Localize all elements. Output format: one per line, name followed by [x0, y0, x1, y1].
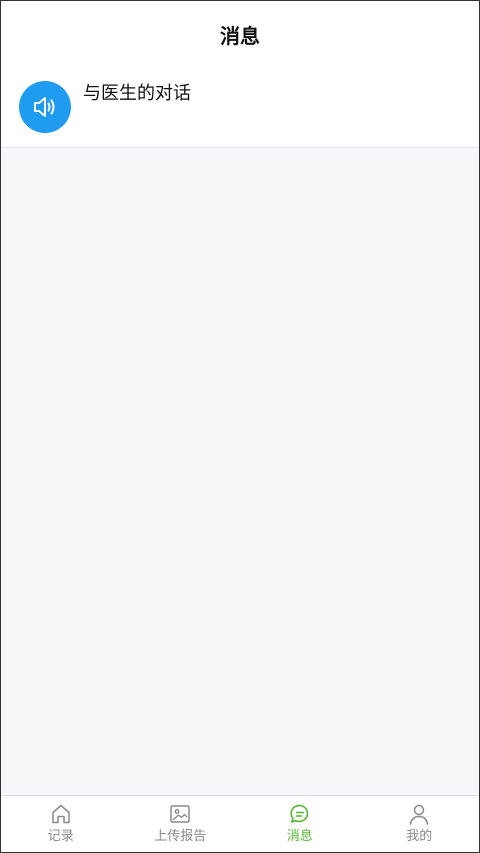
app-screen: 消息 与医生的对话 记录 上传报告 消息 我的: [0, 0, 480, 853]
tab-records-label: 记录: [47, 829, 74, 844]
conversation-title: 与医生的对话: [83, 83, 191, 104]
tab-profile[interactable]: 我的: [360, 796, 480, 852]
bottom-tab-bar: 记录 上传报告 消息 我的: [1, 795, 479, 852]
tab-messages[interactable]: 消息: [240, 796, 360, 852]
image-icon: [168, 802, 192, 826]
top-bar: 消息: [1, 1, 479, 67]
tab-profile-label: 我的: [406, 829, 433, 844]
tab-upload-report-label: 上传报告: [154, 829, 207, 844]
page-title: 消息: [220, 23, 260, 48]
tab-records[interactable]: 记录: [1, 796, 121, 852]
tab-upload-report[interactable]: 上传报告: [121, 796, 241, 852]
home-icon: [49, 802, 73, 826]
conversation-avatar: [19, 81, 71, 133]
tab-messages-label: 消息: [286, 829, 313, 844]
user-icon: [407, 802, 431, 826]
chat-icon: [288, 802, 312, 826]
conversation-item-doctor[interactable]: 与医生的对话: [1, 67, 479, 148]
speaker-icon: [34, 97, 55, 117]
